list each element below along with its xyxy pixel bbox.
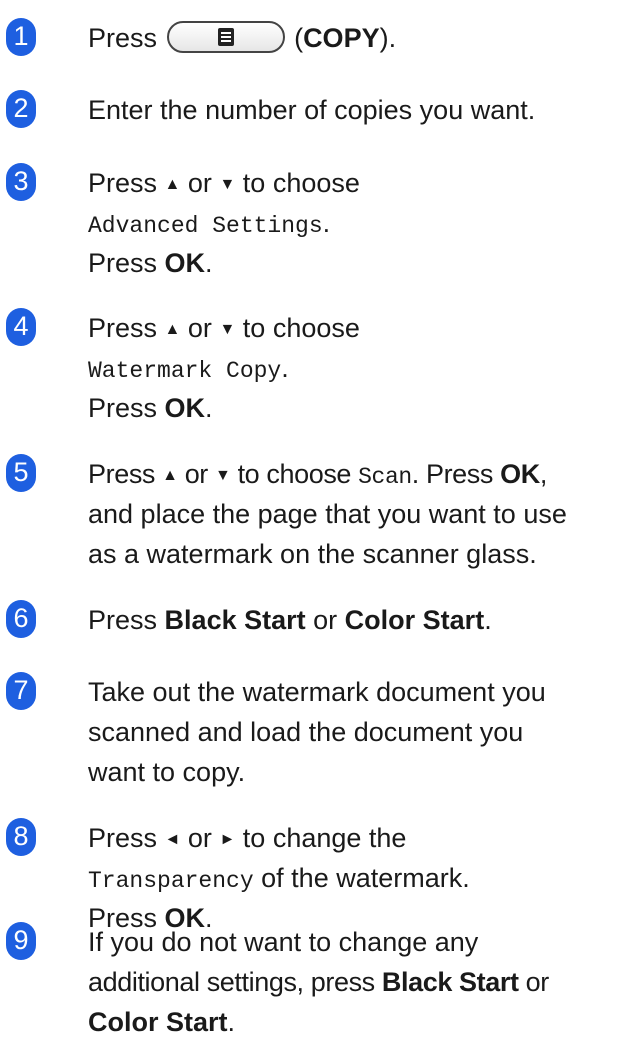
step-9-line-3: Color Start. <box>88 1002 630 1042</box>
or-text: or <box>525 967 550 997</box>
to-choose-text: to choose <box>242 168 360 198</box>
press-text: Press <box>88 605 158 635</box>
step-8-line-2: Transparency of the watermark. <box>88 858 630 898</box>
ok-key-label: OK <box>164 393 206 423</box>
step-7-line-1: Take out the watermark document you <box>88 677 546 707</box>
period: . <box>281 353 289 383</box>
step-4-line-2: Watermark Copy. <box>88 348 630 388</box>
step-7-line-3: want to copy. <box>88 757 246 787</box>
step-6-text: Press Black Start or Color Start. <box>88 600 630 640</box>
ok-key-label: OK <box>500 459 540 489</box>
or-text: or <box>187 313 212 343</box>
period: . <box>484 605 492 635</box>
setting-name: Scan <box>358 464 412 490</box>
step-8-line-1: Press ◄ or ► to change the <box>88 818 630 858</box>
step-4-line-3: Press OK. <box>88 388 630 428</box>
color-start-key-label: Color Start <box>88 1007 228 1037</box>
step-5-line-2: and place the page that you want to use <box>88 499 567 529</box>
or-text: or <box>187 168 212 198</box>
period: . <box>411 459 420 489</box>
step-number-badge: 8 <box>6 818 36 856</box>
step-7-line-2: scanned and load the document you <box>88 717 524 747</box>
press-text: Press <box>88 823 158 853</box>
step-5-line-1: Press ▲ or ▼ to choose Scan. Press OK, <box>88 454 630 494</box>
down-arrow-icon: ▼ <box>219 321 236 338</box>
left-arrow-icon: ◄ <box>164 831 181 848</box>
step-number-badge: 7 <box>6 672 36 710</box>
copy-key-icon <box>166 21 285 53</box>
copy-glyph-icon <box>217 28 234 46</box>
step-3-line-2: Advanced Settings. <box>88 203 630 243</box>
ok-key-label: OK <box>164 248 206 278</box>
or-text: or <box>313 605 338 635</box>
black-start-key-label: Black Start <box>164 605 306 635</box>
step-number-badge: 3 <box>6 163 36 201</box>
period: . <box>227 1007 236 1037</box>
step-number-badge: 6 <box>6 600 36 638</box>
paren-close: ). <box>379 23 397 53</box>
press-text: Press <box>425 459 494 489</box>
press-text: Press <box>88 23 158 53</box>
press-text: Press <box>88 248 158 278</box>
period: . <box>205 248 213 278</box>
press-text: Press <box>88 313 158 343</box>
step-9-line-2: additional settings, press Black Start o… <box>88 962 630 1002</box>
up-arrow-icon: ▲ <box>162 467 178 484</box>
step-number-badge: 5 <box>6 454 36 492</box>
copy-key-label: COPY <box>303 23 380 53</box>
step-1-text: Press (COPY). <box>88 18 630 58</box>
setting-name: Watermark Copy <box>88 358 282 384</box>
step-2-text: Enter the number of copies you want. <box>88 95 536 125</box>
down-arrow-icon: ▼ <box>215 467 231 484</box>
press-text: Press <box>88 393 158 423</box>
step-3-line-1: Press ▲ or ▼ to choose <box>88 163 630 203</box>
to-choose-text: to choose <box>237 459 352 489</box>
up-arrow-icon: ▲ <box>164 176 181 193</box>
period: . <box>205 393 213 423</box>
of-watermark-text: of the watermark. <box>261 863 470 893</box>
color-start-key-label: Color Start <box>344 605 485 635</box>
step-number-badge: 1 <box>6 18 36 56</box>
setting-name: Transparency <box>88 868 254 894</box>
period: . <box>322 208 331 238</box>
additional-settings-text: additional settings, press <box>88 967 375 997</box>
step-4-line-1: Press ▲ or ▼ to choose <box>88 308 630 348</box>
right-arrow-icon: ► <box>219 831 236 848</box>
down-arrow-icon: ▼ <box>219 176 236 193</box>
up-arrow-icon: ▲ <box>164 321 181 338</box>
or-text: or <box>187 823 212 853</box>
step-number-badge: 4 <box>6 308 36 346</box>
press-text: Press <box>88 459 156 489</box>
to-change-text: to change the <box>242 823 407 853</box>
step-3-line-3: Press OK. <box>88 243 630 283</box>
comma: , <box>539 459 548 489</box>
step-9-line-1: If you do not want to change any <box>88 927 479 957</box>
or-text: or <box>184 459 209 489</box>
to-choose-text: to choose <box>242 313 360 343</box>
step-number-badge: 2 <box>6 90 36 128</box>
setting-name: Advanced Settings <box>88 213 323 239</box>
step-5-line-3: as a watermark on the scanner glass. <box>88 539 537 569</box>
paren-open: ( <box>294 23 304 53</box>
black-start-key-label: Black Start <box>381 967 519 997</box>
step-number-badge: 9 <box>6 922 36 960</box>
press-text: Press <box>88 168 158 198</box>
